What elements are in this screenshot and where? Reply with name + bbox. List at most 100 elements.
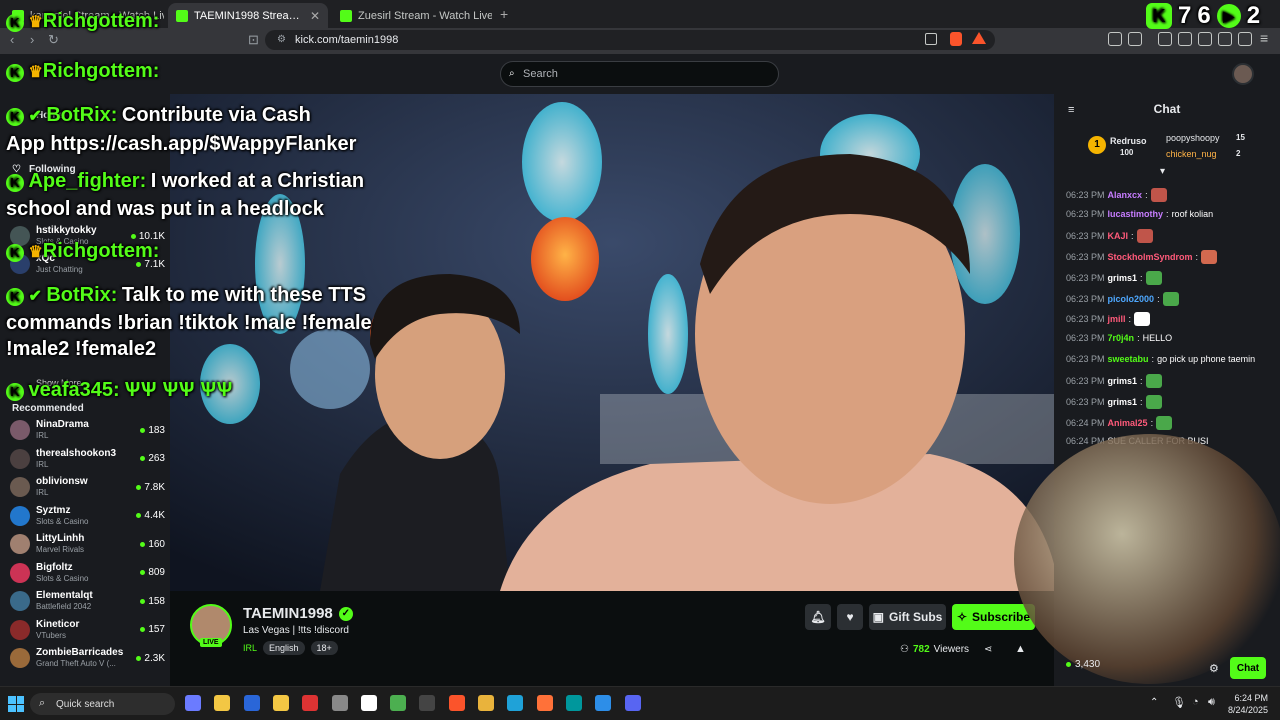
chat-username[interactable]: Animal25 <box>1108 418 1148 428</box>
copilot-icon[interactable] <box>185 695 201 711</box>
streamer-name[interactable]: TAEMIN1998 ✓ <box>243 605 353 622</box>
search-input[interactable]: ⌕ Search <box>500 61 779 87</box>
emote-icon <box>1145 374 1162 389</box>
vscode-icon[interactable] <box>595 695 612 711</box>
chrome-icon[interactable] <box>478 695 494 711</box>
firefox-icon[interactable] <box>536 695 553 711</box>
subscribe-button[interactable]: ✧ Subscribe <box>952 604 1035 630</box>
emote-icon <box>1145 270 1162 285</box>
media-icon[interactable] <box>1158 32 1172 46</box>
sidebar-recommended-item[interactable]: ZombieBarricades Grand Theft Auto V (... 2… <box>10 644 165 672</box>
sidebar-recommended-item[interactable]: Elementalqt Battlefield 2042 158 <box>10 587 165 615</box>
clock-icon[interactable] <box>331 695 348 711</box>
brave-icon[interactable] <box>448 695 465 711</box>
browser-tab[interactable]: Zuesirl Stream - Watch Live on Kick <box>332 3 492 28</box>
arduino-icon[interactable] <box>565 695 582 711</box>
bookmark-icon[interactable]: ⊡ <box>248 32 259 48</box>
taskbar-search[interactable]: ⌕ Quick search <box>30 693 175 715</box>
address-bar[interactable]: kick.com/taemin1998 <box>265 30 995 50</box>
crown-icon: ♛ <box>28 14 43 31</box>
avatar <box>10 591 30 611</box>
settings-icon[interactable]: ⚙ <box>1209 662 1219 675</box>
extensions-icon[interactable] <box>1108 32 1122 46</box>
app-icon[interactable] <box>302 695 319 711</box>
channel-category: Marvel Rivals <box>36 545 85 554</box>
channel-name: oblivionsw <box>36 476 88 487</box>
chrome-icon[interactable] <box>390 695 407 711</box>
show-hidden-icons[interactable]: ⌃ <box>1150 697 1158 708</box>
chat-username[interactable]: 7r0j4n <box>1108 333 1135 343</box>
sidebar-recommended-item[interactable]: NinaDrama IRL 183 <box>10 416 165 444</box>
tag[interactable]: 18+ <box>310 641 338 655</box>
video-player[interactable] <box>170 94 1054 591</box>
system-clock[interactable]: 6:24 PM 8/24/2025 <box>1228 692 1268 716</box>
extension-icon[interactable] <box>1128 32 1142 46</box>
leaderboard-name[interactable]: chicken_nug <box>1166 149 1217 159</box>
notification-bell-button[interactable]: 🔔︎ <box>805 604 831 630</box>
terminal-icon[interactable] <box>360 695 377 711</box>
obs-icon[interactable] <box>419 695 436 711</box>
send-chat-button[interactable]: Chat <box>1230 657 1266 679</box>
sidebar-recommended-item[interactable]: therealshookon3 IRL 263 <box>10 445 165 473</box>
expand-leaderboard-icon[interactable]: ▾ <box>1160 166 1165 177</box>
network-icon[interactable]: ◔ <box>1192 696 1199 708</box>
folder-icon[interactable] <box>272 695 289 711</box>
browser-tab-active[interactable]: TAEMIN1998 Stream - Watch Live on Kick ✕ <box>168 3 328 28</box>
chat-username[interactable]: grims1 <box>1108 376 1138 386</box>
file-explorer-icon[interactable] <box>214 695 231 711</box>
leaderboard-name[interactable]: Redruso <box>1110 136 1147 146</box>
browser-tab-strip: kanoniel Stream - Watch Live on Kick TAE… <box>0 0 1280 28</box>
viewer-count: ⚇ 782 Viewers <box>900 644 970 655</box>
menu-icon[interactable]: ≡ <box>1260 30 1268 46</box>
channel-category: IRL <box>36 431 49 440</box>
reload-icon[interactable]: ↻ <box>48 32 59 48</box>
forward-icon[interactable]: › <box>30 32 34 47</box>
channel-points[interactable]: 3,430 <box>1066 659 1100 670</box>
sidebar-recommended-item[interactable]: LittyLinhh Marvel Rivals 160 <box>10 530 165 558</box>
brave-rewards-icon[interactable] <box>972 32 986 44</box>
volume-icon[interactable]: 🔊︎ <box>1208 696 1215 709</box>
avatar <box>10 477 30 497</box>
chat-username[interactable]: Alanxcx <box>1108 190 1143 200</box>
brave-shield-icon[interactable] <box>950 32 962 46</box>
chat-username[interactable]: KAJI <box>1108 231 1129 241</box>
chat-username[interactable]: picolo2000 <box>1108 294 1155 304</box>
live-dot <box>130 233 136 239</box>
vpn-icon[interactable] <box>1238 32 1252 46</box>
chat-username[interactable]: jmill <box>1108 314 1126 324</box>
discord-icon[interactable] <box>624 695 641 711</box>
gift-subs-button[interactable]: ▣ Gift Subs <box>869 604 946 630</box>
windows-start-icon[interactable] <box>8 696 24 712</box>
chat-username[interactable]: sweetabu <box>1108 354 1149 364</box>
sidebar-recommended-item[interactable]: Bigfoltz Slots & Casino 809 <box>10 559 165 587</box>
sidebar-recommended-item[interactable]: Syztmz Slots & Casino 4.4K <box>10 502 165 530</box>
chat-username[interactable]: StockholmSyndrom <box>1108 252 1193 262</box>
follow-button[interactable]: ♥ <box>837 604 863 630</box>
close-tab-icon[interactable]: ✕ <box>310 9 320 23</box>
leaderboard-name[interactable]: poopyshoopy <box>1166 133 1220 143</box>
sidebar-icon[interactable] <box>1178 32 1192 46</box>
edge-icon[interactable] <box>507 695 524 711</box>
tag[interactable]: English <box>263 641 305 655</box>
chat-username[interactable]: lucastimothy <box>1108 209 1164 219</box>
sidebar-recommended-item[interactable]: oblivionsw IRL 7.8K <box>10 473 165 501</box>
category-link[interactable]: IRL <box>243 643 257 653</box>
user-avatar[interactable] <box>1232 63 1254 85</box>
channel-name: Syztmz <box>36 504 71 516</box>
chat-username[interactable]: grims1 <box>1108 273 1138 283</box>
app-icon[interactable] <box>243 695 260 711</box>
microphone-icon[interactable]: 🎙︎ <box>1172 696 1186 709</box>
sidebar-recommended-item[interactable]: Kineticor VTubers 157 <box>10 616 165 644</box>
report-icon[interactable]: ▲ <box>1015 643 1026 655</box>
site-info-icon[interactable]: ⚙ <box>277 34 286 45</box>
new-tab-icon[interactable]: + <box>500 6 508 22</box>
channel-category: Slots & Casino <box>36 516 89 526</box>
back-icon[interactable]: ‹ <box>10 32 14 47</box>
chat-username[interactable]: grims1 <box>1108 397 1138 407</box>
search-icon: ⌕ <box>509 68 515 79</box>
share-icon[interactable]: ⋖ <box>984 644 992 655</box>
leo-icon[interactable] <box>1218 32 1232 46</box>
share-icon[interactable] <box>925 33 937 45</box>
live-badge: LIVE <box>200 638 222 647</box>
wallet-icon[interactable] <box>1198 32 1212 46</box>
